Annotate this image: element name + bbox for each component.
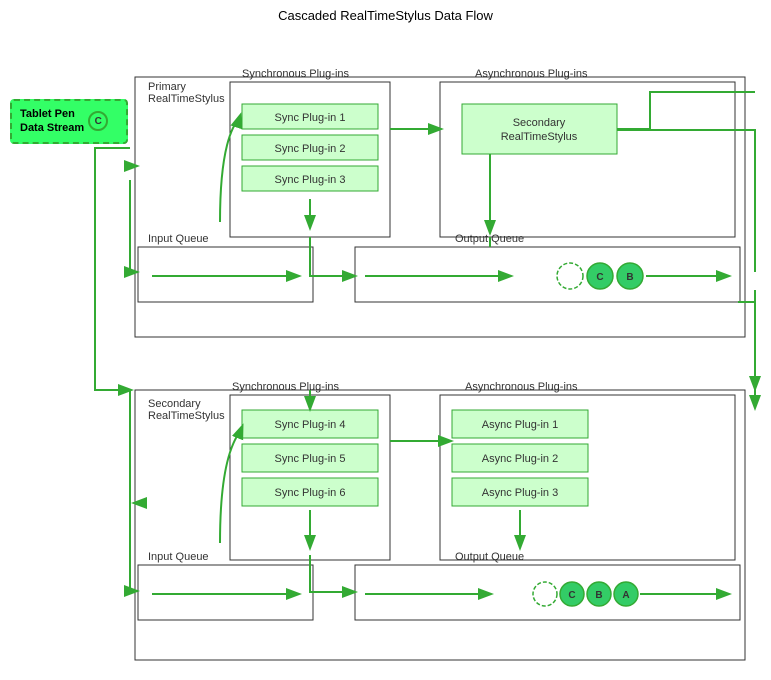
svg-text:Secondary: Secondary [513, 117, 566, 129]
tablet-pen-source: Tablet PenData Stream C [10, 99, 128, 144]
bottom-diagram-svg: Secondary RealTimeStylus Synchronous Plu… [0, 355, 771, 680]
svg-text:Sync Plug-in 1: Sync Plug-in 1 [275, 112, 346, 124]
svg-text:RealTimeStylus: RealTimeStylus [148, 93, 225, 105]
svg-text:B: B [595, 590, 602, 601]
page-title: Cascaded RealTimeStylus Data Flow [0, 0, 771, 23]
tablet-pen-badge: C [88, 111, 108, 131]
top-diagram-svg: Primary RealTimeStylus Synchronous Plug-… [0, 32, 771, 355]
svg-text:Sync Plug-in 6: Sync Plug-in 6 [275, 487, 346, 499]
svg-text:A: A [622, 590, 629, 601]
svg-text:Async Plug-in 2: Async Plug-in 2 [482, 453, 558, 465]
secondary-rts-label: Secondary [148, 398, 201, 410]
svg-text:RealTimeStylus: RealTimeStylus [148, 410, 225, 422]
svg-text:Sync Plug-in 4: Sync Plug-in 4 [275, 419, 346, 431]
primary-rts-label: Primary [148, 81, 186, 93]
svg-text:C: C [596, 272, 603, 283]
svg-text:RealTimeStylus: RealTimeStylus [501, 131, 578, 143]
top-output-queue-label: Output Queue [455, 233, 524, 245]
bottom-output-queue-label: Output Queue [455, 551, 524, 563]
top-sync-label: Synchronous Plug-ins [242, 68, 350, 80]
svg-text:Sync Plug-in 2: Sync Plug-in 2 [275, 143, 346, 155]
bottom-async-label: Asynchronous Plug-ins [465, 381, 578, 393]
bottom-input-queue-label: Input Queue [148, 551, 209, 563]
top-input-queue-label: Input Queue [148, 233, 209, 245]
svg-text:B: B [626, 272, 633, 283]
bottom-sync-label: Synchronous Plug-ins [232, 381, 340, 393]
svg-text:Async Plug-in 3: Async Plug-in 3 [482, 487, 558, 499]
top-async-label: Asynchronous Plug-ins [475, 68, 588, 80]
svg-text:Sync Plug-in 3: Sync Plug-in 3 [275, 174, 346, 186]
tablet-pen-label: Tablet PenData Stream [20, 108, 84, 134]
svg-text:Sync Plug-in 5: Sync Plug-in 5 [275, 453, 346, 465]
svg-text:Async Plug-in 1: Async Plug-in 1 [482, 419, 558, 431]
svg-text:C: C [568, 590, 575, 601]
